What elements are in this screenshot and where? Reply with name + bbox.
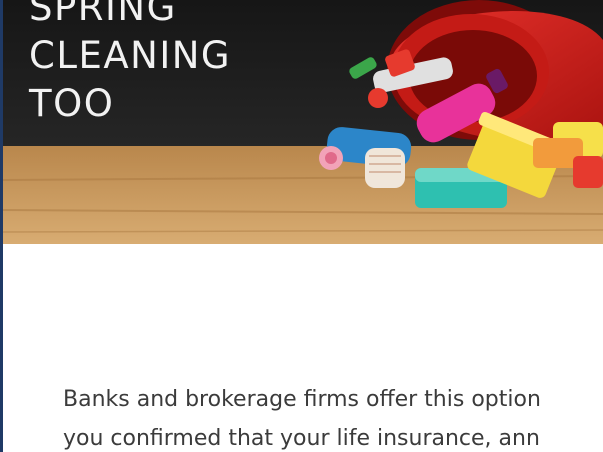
article-paragraph: Banks and brokerage firms offer this opt… [63,380,603,452]
article-line: Banks and brokerage firms offer this opt… [63,387,541,412]
article-line: you confirmed that your life insurance, … [63,426,540,451]
hero-title-line: CLEANING [29,34,232,77]
hero-title-line: SPRING [29,0,177,29]
hero-title: SPRING CLEANING TOO [29,0,231,128]
hero-banner: SPRING CLEANING TOO [3,0,603,244]
hero-title-line: TOO [29,82,115,125]
page: SPRING CLEANING TOO Banks and brokerage … [0,0,603,452]
